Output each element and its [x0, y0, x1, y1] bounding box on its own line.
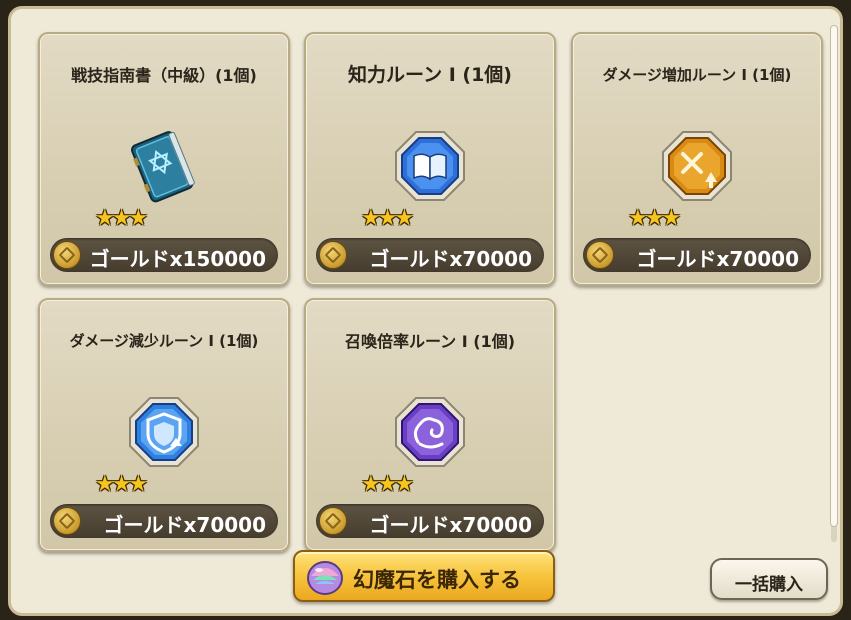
shop-item-card[interactable]: ダメージ減少ルーン I (1個) ★★★ ゴールドx70000	[38, 298, 290, 552]
price-label: ゴールドx70000	[636, 247, 799, 271]
item-name: 召喚倍率ルーン I (1個)	[344, 332, 516, 351]
damage-down-rune-icon	[124, 392, 204, 472]
buy-gem-button[interactable]: 幻魔石を購入する	[293, 550, 555, 602]
price-bar: ゴールドx150000	[50, 238, 278, 272]
shop-item-card[interactable]: 戦技指南書（中級）(1個) ★★★ ゴールドx150000	[38, 32, 290, 286]
item-name: 戦技指南書（中級）(1個)	[71, 66, 257, 85]
price-bar: ゴールドx70000	[50, 504, 278, 538]
shop-item-card[interactable]: 知力ルーン I (1個) ★★★ ゴールドx70000	[304, 32, 556, 286]
price-label: ゴールドx70000	[103, 513, 266, 537]
scrollbar[interactable]	[831, 26, 837, 542]
gold-coin-icon	[319, 241, 347, 269]
price-bar: ゴールドx70000	[316, 504, 544, 538]
gold-coin-icon	[53, 241, 81, 269]
rarity-stars: ★★★	[95, 472, 148, 497]
bulk-buy-label: 一括購入	[735, 575, 803, 595]
price-label: ゴールドx150000	[89, 247, 266, 271]
scrollbar-thumb[interactable]	[831, 26, 837, 526]
summon-rate-rune-icon	[390, 392, 470, 472]
item-name: 知力ルーン I (1個)	[348, 64, 512, 86]
rarity-stars: ★★★	[361, 472, 414, 497]
rarity-stars: ★★★	[628, 206, 681, 231]
buy-gem-label: 幻魔石を購入する	[353, 568, 521, 592]
rarity-stars: ★★★	[361, 206, 414, 231]
gold-coin-icon	[586, 241, 614, 269]
price-bar: ゴールドx70000	[316, 238, 544, 272]
shop-item-card[interactable]: ダメージ増加ルーン I (1個) ★★★ ゴールドx70000	[571, 32, 823, 286]
shop-item-card[interactable]: 召喚倍率ルーン I (1個) ★★★ ゴールドx70000	[304, 298, 556, 552]
gem-icon	[305, 556, 345, 598]
price-label: ゴールドx70000	[369, 513, 532, 537]
gold-coin-icon	[319, 507, 347, 535]
damage-up-rune-icon	[657, 126, 737, 206]
shop-item-grid: 戦技指南書（中級）(1個) ★★★ ゴールドx150000 知力ルーン I (1	[0, 0, 851, 552]
item-name: ダメージ増加ルーン I (1個)	[602, 66, 792, 84]
price-label: ゴールドx70000	[369, 247, 532, 271]
bulk-buy-button[interactable]: 一括購入	[710, 558, 828, 600]
blue-book-icon	[124, 126, 204, 206]
gold-coin-icon	[53, 507, 81, 535]
intellect-rune-icon	[390, 126, 470, 206]
price-bar: ゴールドx70000	[583, 238, 811, 272]
item-name: ダメージ減少ルーン I (1個)	[69, 332, 259, 350]
rarity-stars: ★★★	[95, 206, 148, 231]
